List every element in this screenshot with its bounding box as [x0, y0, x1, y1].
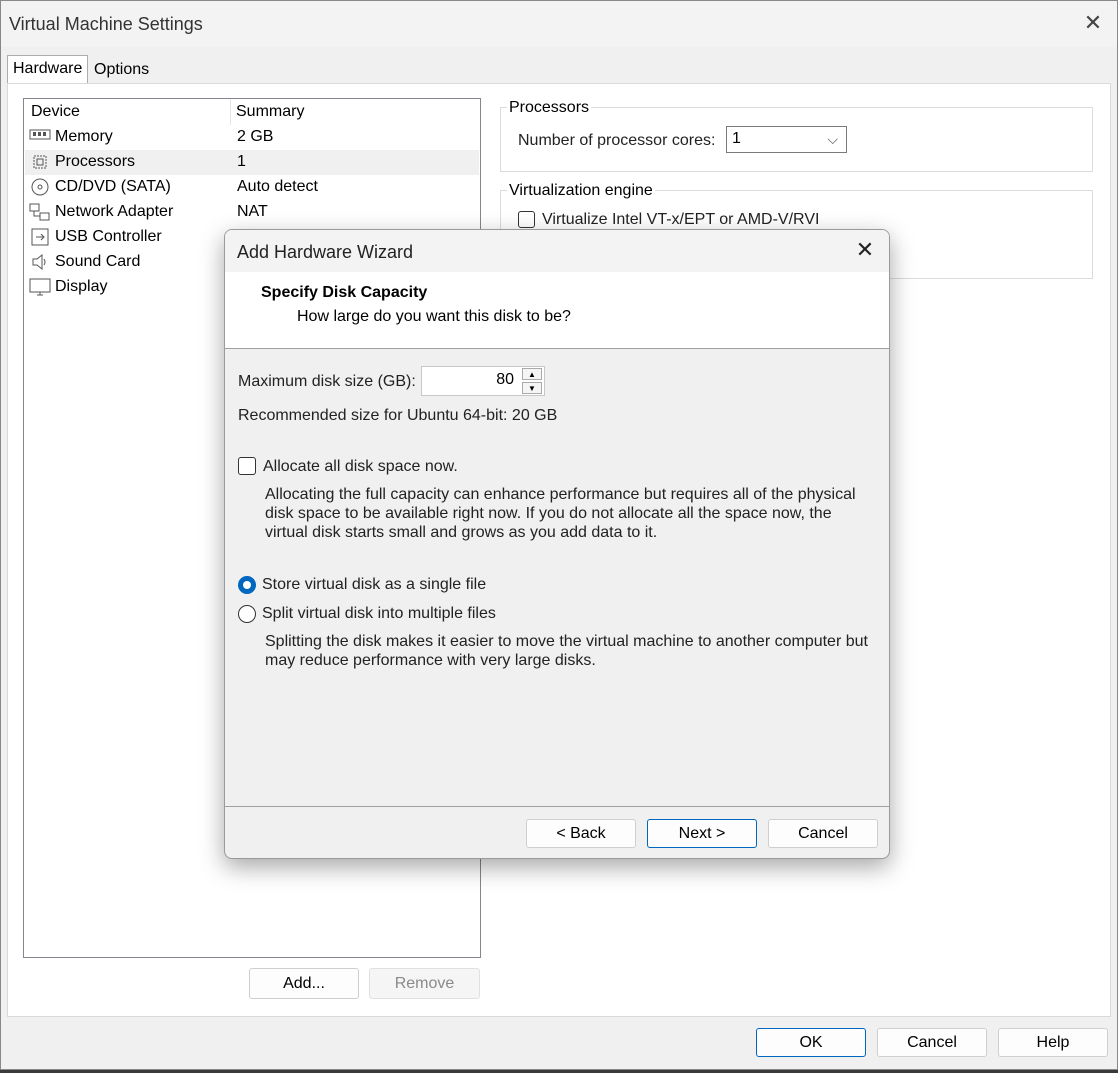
chevron-down-icon: ⌵	[827, 131, 838, 147]
disc-icon	[29, 177, 51, 197]
allocate-description: Allocating the full capacity can enhance…	[265, 486, 856, 541]
max-size-value: 80	[496, 371, 514, 388]
add-device-button[interactable]: Add...	[249, 968, 359, 999]
device-name: Sound Card	[55, 253, 141, 270]
device-name: Processors	[55, 153, 136, 170]
device-name: Network Adapter	[55, 203, 174, 220]
tab-hardware[interactable]: Hardware	[7, 55, 89, 83]
device-summary: NAT	[237, 203, 268, 220]
cores-select[interactable]: 1 ⌵	[726, 126, 847, 153]
stepper-buttons: ▲ ▼	[522, 368, 542, 394]
summary-column-header[interactable]: Summary	[236, 103, 304, 125]
ok-button[interactable]: OK	[756, 1028, 866, 1057]
device-row-cddvd[interactable]: CD/DVD (SATA) Auto detect	[25, 175, 479, 200]
vtx-checkbox[interactable]	[518, 211, 535, 228]
memory-icon	[29, 127, 51, 147]
device-name: CD/DVD (SATA)	[55, 178, 171, 195]
vtx-label: Virtualize Intel VT-x/EPT or AMD-V/RVI	[542, 211, 820, 228]
device-summary: Auto detect	[237, 178, 318, 195]
allocate-checkbox[interactable]	[238, 457, 256, 475]
back-button[interactable]: < Back	[526, 819, 636, 848]
allocate-label: Allocate all disk space now.	[263, 458, 458, 475]
cores-value: 1	[732, 130, 741, 147]
title-bar: Virtual Machine Settings ✕	[1, 1, 1117, 47]
column-divider	[230, 99, 231, 125]
wizard-heading: Specify Disk Capacity	[261, 284, 428, 301]
single-file-label: Store virtual disk as a single file	[262, 576, 487, 593]
usb-icon	[29, 227, 51, 247]
dialog-title: Add Hardware Wizard	[237, 242, 414, 262]
device-row-memory[interactable]: Memory 2 GB	[25, 125, 479, 150]
monitor-icon	[29, 277, 51, 297]
split-files-radio[interactable]	[238, 605, 256, 623]
device-name: Display	[55, 278, 108, 295]
wizard-footer: < Back Next > Cancel	[225, 806, 889, 858]
device-name: Memory	[55, 128, 113, 145]
network-icon	[29, 202, 51, 222]
split-files-label: Split virtual disk into multiple files	[262, 605, 496, 622]
recommended-size-text: Recommended size for Ubuntu 64-bit: 20 G…	[238, 407, 558, 424]
processors-group-title: Processors	[507, 99, 592, 117]
max-size-stepper[interactable]: 80 ▲ ▼	[421, 366, 545, 396]
split-files-description: Splitting the disk makes it easier to mo…	[265, 633, 868, 669]
device-column-header[interactable]: Device	[31, 103, 80, 125]
stepper-up-icon[interactable]: ▲	[522, 368, 542, 380]
window-title: Virtual Machine Settings	[9, 14, 203, 34]
device-name: USB Controller	[55, 228, 162, 245]
tab-options[interactable]: Options	[89, 57, 154, 82]
wizard-body: Maximum disk size (GB): 80 ▲ ▼ Recommend…	[225, 349, 889, 805]
device-summary: 1	[237, 153, 246, 170]
next-button[interactable]: Next >	[647, 819, 757, 848]
wizard-header: Specify Disk Capacity How large do you w…	[225, 272, 889, 349]
device-row-network[interactable]: Network Adapter NAT	[25, 200, 479, 225]
device-row-processors[interactable]: Processors 1	[25, 150, 479, 175]
speaker-icon	[29, 252, 51, 272]
wizard-subheading: How large do you want this disk to be?	[297, 308, 571, 325]
stepper-down-icon[interactable]: ▼	[522, 382, 542, 394]
cancel-button[interactable]: Cancel	[877, 1028, 987, 1057]
device-summary: 2 GB	[237, 128, 274, 145]
cores-label: Number of processor cores:	[518, 132, 716, 149]
remove-device-button[interactable]: Remove	[369, 968, 480, 999]
processor-icon	[29, 152, 51, 172]
close-icon[interactable]: ✕	[853, 238, 877, 262]
add-hardware-wizard-dialog: Add Hardware Wizard ✕ Specify Disk Capac…	[224, 229, 890, 859]
max-size-label: Maximum disk size (GB):	[238, 373, 416, 390]
close-icon[interactable]: ✕	[1081, 11, 1105, 35]
dialog-title-bar: Add Hardware Wizard ✕	[225, 230, 889, 272]
single-file-radio[interactable]	[238, 576, 256, 594]
virtualization-group-title: Virtualization engine	[507, 182, 655, 200]
wizard-cancel-button[interactable]: Cancel	[768, 819, 878, 848]
help-button[interactable]: Help	[998, 1028, 1108, 1057]
